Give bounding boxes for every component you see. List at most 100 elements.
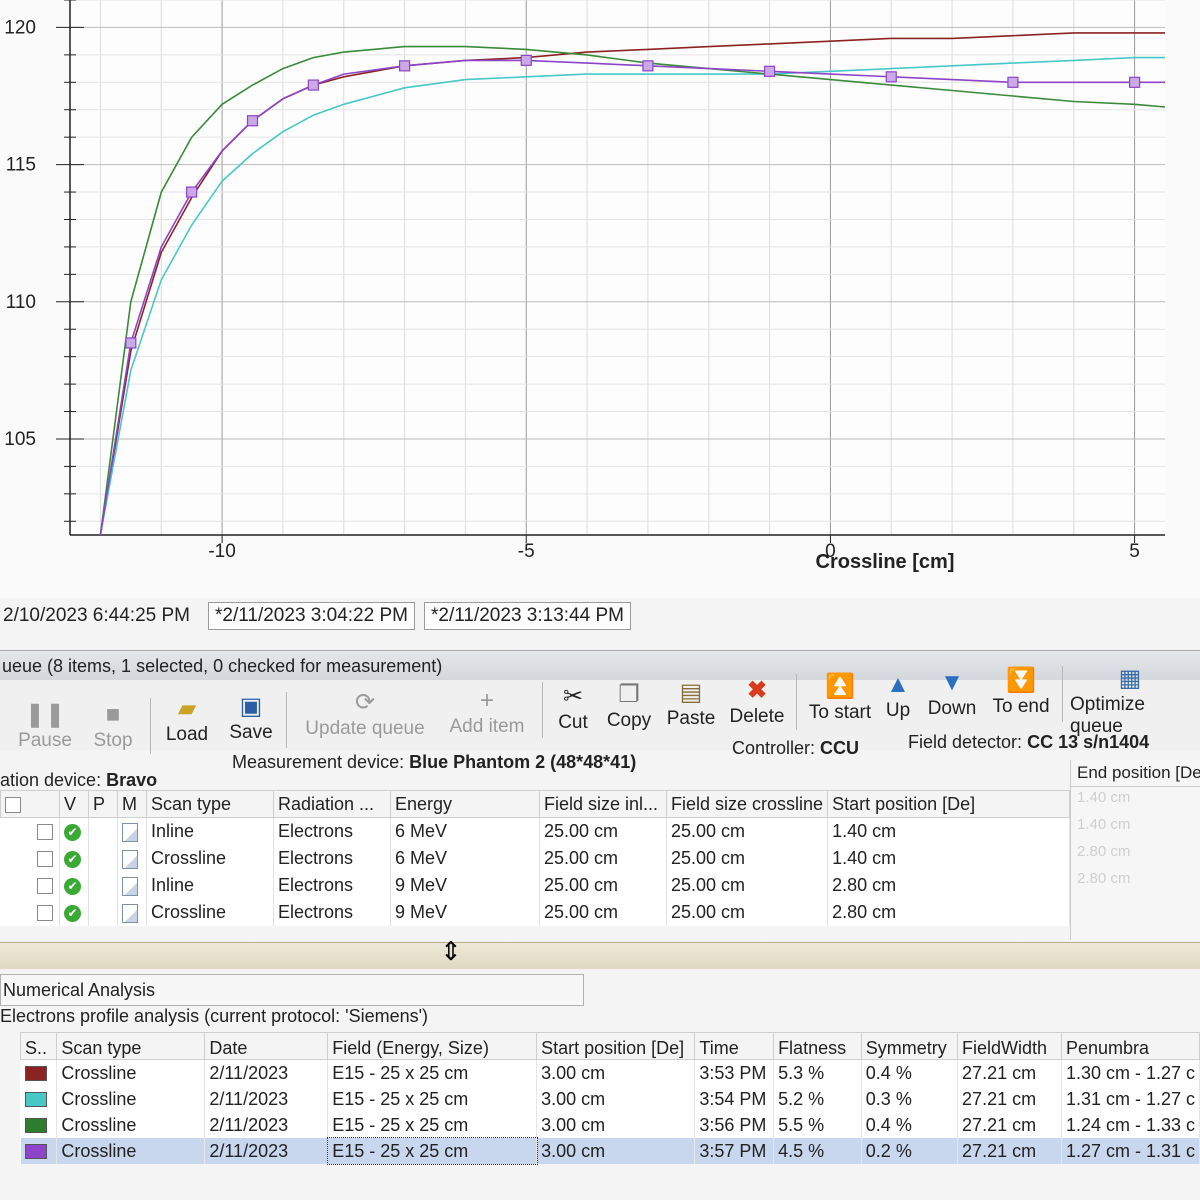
column-header[interactable]: Energy: [390, 790, 540, 818]
queue-row[interactable]: ✔ Crossline Electrons 9 MeV 25.00 cm 25.…: [0, 899, 1070, 926]
valid-cell: ✔: [59, 817, 89, 845]
analysis-row[interactable]: Crossline 2/11/2023 E15 - 25 x 25 cm 3.0…: [20, 1112, 1200, 1138]
down-button[interactable]: ▼ Down: [918, 668, 986, 720]
to-end-button[interactable]: ⏬ To end: [986, 666, 1056, 718]
time-cell: 3:56 PM: [694, 1112, 775, 1138]
load-button[interactable]: ▰ Load: [152, 694, 222, 746]
column-header[interactable]: P: [88, 790, 118, 818]
load-label: Load: [165, 724, 209, 745]
down-label: Down: [927, 698, 977, 719]
field-size-crossline-cell: 25.00 cm: [666, 899, 829, 926]
row-checkbox[interactable]: [36, 905, 53, 922]
column-header[interactable]: FieldWidth: [957, 1032, 1062, 1060]
folder-icon: ▰: [177, 695, 197, 722]
column-header[interactable]: V: [59, 790, 89, 818]
flatness-cell: 4.5 %: [773, 1138, 862, 1164]
field-size-inline-cell: 25.00 cm: [539, 872, 667, 899]
to-start-button[interactable]: ⏫ To start: [802, 672, 878, 724]
tab-profile-2[interactable]: *2/11/2023 3:04:22 PM: [208, 602, 415, 630]
end-position-cell: 2.80 cm: [1077, 843, 1131, 860]
column-header[interactable]: Symmetry: [860, 1032, 959, 1060]
p-cell: [88, 872, 118, 899]
valid-cell: ✔: [59, 872, 89, 899]
panel-splitter[interactable]: [0, 942, 1200, 969]
field-size-inline-cell: 25.00 cm: [539, 899, 667, 926]
series-color-swatch: [24, 1144, 47, 1160]
column-header[interactable]: Start position [De]: [827, 790, 1070, 818]
stop-icon: ■: [105, 701, 121, 728]
column-header[interactable]: S..: [19, 1032, 58, 1060]
column-header[interactable]: Field size crossline: [665, 790, 829, 818]
stop-button[interactable]: ■ Stop: [78, 700, 148, 752]
tab-profile-3[interactable]: *2/11/2023 3:13:44 PM: [424, 602, 631, 630]
add-item-button[interactable]: + Add item: [442, 686, 532, 738]
row-checkbox[interactable]: [36, 824, 53, 841]
column-header[interactable]: Radiation ...: [273, 790, 391, 818]
row-checkbox[interactable]: [36, 851, 53, 868]
pause-button[interactable]: ❚❚ Pause: [10, 700, 80, 752]
row-checkbox[interactable]: [36, 878, 53, 895]
column-header[interactable]: Flatness: [773, 1032, 862, 1060]
symmetry-cell: 0.4 %: [861, 1112, 959, 1138]
analysis-row[interactable]: Crossline 2/11/2023 E15 - 25 x 25 cm 3.0…: [20, 1086, 1200, 1112]
column-header[interactable]: Field size inl...: [539, 790, 667, 818]
column-header[interactable]: Date: [204, 1032, 329, 1060]
penumbra-cell: 1.27 cm - 1.31 c: [1061, 1138, 1200, 1164]
column-header[interactable]: Penumbra: [1060, 1032, 1200, 1060]
analysis-row-selected[interactable]: Crossline 2/11/2023 E15 - 25 x 25 cm 3.0…: [20, 1137, 1200, 1165]
column-header[interactable]: Start position [De]: [536, 1032, 696, 1060]
m-cell: [117, 817, 147, 845]
column-header[interactable]: M: [117, 790, 147, 818]
column-header[interactable]: Scan type: [146, 790, 274, 818]
delete-label: Delete: [729, 706, 785, 727]
x-tick-label: -5: [518, 541, 535, 562]
paste-button[interactable]: ▤ Paste: [656, 678, 726, 730]
column-header[interactable]: Time: [694, 1032, 775, 1060]
queue-row[interactable]: ✔ Inline Electrons 9 MeV 25.00 cm 25.00 …: [0, 872, 1070, 899]
toolbar-separator: [150, 698, 151, 754]
plot-area: [70, 0, 1165, 535]
end-position-header[interactable]: End position [De]: [1071, 760, 1200, 787]
select-column-header[interactable]: [0, 790, 60, 818]
column-header[interactable]: Scan type: [56, 1032, 206, 1060]
field-detector-value: CC 13 s/n1404: [1027, 732, 1150, 752]
row-checkbox-cell[interactable]: [0, 817, 60, 845]
p-cell: [88, 899, 118, 926]
plus-icon: +: [479, 687, 494, 714]
row-checkbox-cell[interactable]: [0, 872, 60, 899]
symmetry-cell: 0.4 %: [861, 1059, 959, 1086]
energy-cell: 9 MeV: [390, 899, 540, 926]
analysis-row[interactable]: Crossline 2/11/2023 E15 - 25 x 25 cm 3.0…: [20, 1059, 1200, 1086]
row-checkbox-cell[interactable]: [0, 899, 60, 926]
optimize-queue-button[interactable]: ▦ Optimize queue: [1070, 664, 1200, 738]
radiation-cell: Electrons: [273, 899, 391, 926]
update-queue-label: Update queue: [305, 718, 425, 739]
scan-type-cell: Crossline: [56, 1059, 206, 1086]
tab-profile-1[interactable]: 2/10/2023 6:44:25 PM: [0, 602, 197, 630]
field-size-crossline-cell: 25.00 cm: [666, 872, 829, 899]
update-queue-button[interactable]: ⟳ Update queue: [298, 688, 432, 740]
measurement-device-value: Blue Phantom 2 (48*48*41): [409, 752, 637, 772]
end-position-cell: 1.40 cm: [1077, 789, 1131, 806]
p-cell: [88, 817, 118, 845]
document-icon: [122, 876, 138, 896]
save-button[interactable]: ▣ Save: [216, 692, 286, 744]
series-color-cell: [20, 1112, 58, 1138]
scan-type-cell: Crossline: [146, 899, 274, 926]
column-header[interactable]: Field (Energy, Size): [327, 1032, 538, 1060]
queue-row[interactable]: ✔ Inline Electrons 6 MeV 25.00 cm 25.00 …: [0, 817, 1070, 845]
copy-button[interactable]: ❐ Copy: [594, 680, 664, 732]
field-width-cell: 27.21 cm: [957, 1112, 1062, 1138]
radiation-cell: Electrons: [273, 817, 391, 845]
queue-row[interactable]: ✔ Crossline Electrons 6 MeV 25.00 cm 25.…: [0, 845, 1070, 872]
radiation-device-label: ation device:: [0, 770, 102, 790]
row-checkbox-cell[interactable]: [0, 845, 60, 872]
analysis-header-row: S.. Scan type Date Field (Energy, Size) …: [19, 1032, 1200, 1060]
start-position-cell: 3.00 cm: [536, 1138, 696, 1164]
queue-table: V P M Scan type Radiation ... Energy Fie…: [0, 790, 1070, 926]
field-detector-info: Field detector: CC 13 s/n1404: [908, 732, 1149, 753]
delete-button[interactable]: ✖ Delete: [722, 676, 792, 728]
scan-type-cell: Crossline: [146, 845, 274, 872]
select-all-checkbox[interactable]: [5, 796, 21, 813]
queue-header-row: V P M Scan type Radiation ... Energy Fie…: [0, 790, 1070, 818]
